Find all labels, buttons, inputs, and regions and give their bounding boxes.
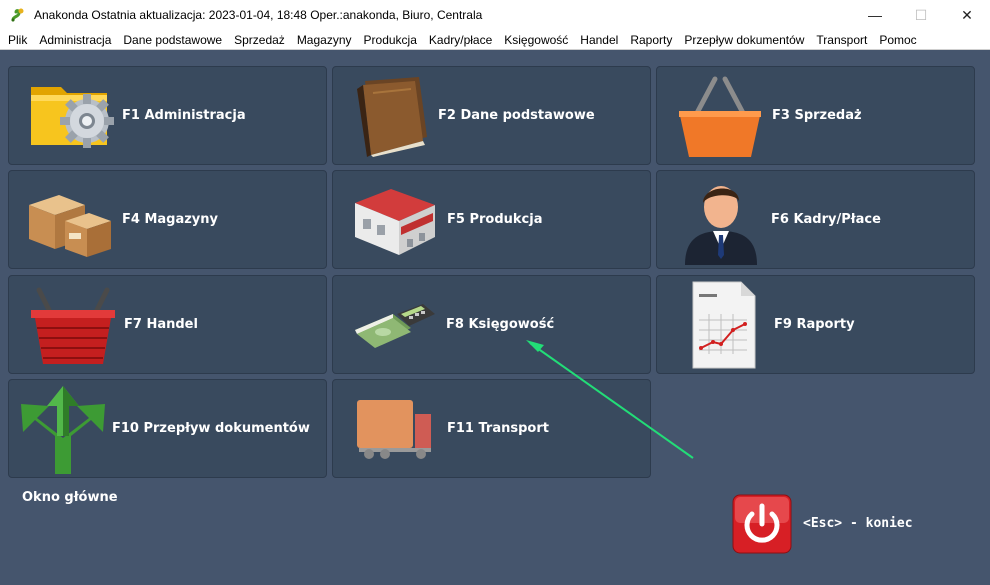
tile-dane-podstawowe[interactable]: F2 Dane podstawowe (332, 66, 651, 165)
exit-label: <Esc> - koniec (803, 516, 913, 531)
tile-sprzedaz[interactable]: F3 Sprzedaż (656, 66, 975, 165)
tile-label: F7 Handel (124, 317, 198, 332)
tile-label: F1 Administracja (122, 108, 246, 123)
tile-transport[interactable]: F11 Transport (332, 379, 651, 478)
window-title: Anakonda Ostatnia aktualizacja: 2023-01-… (34, 8, 483, 22)
minimize-button[interactable]: — (852, 0, 898, 30)
tile-raporty[interactable]: F9 Raporty (656, 275, 975, 374)
shopping-basket-icon (679, 76, 761, 157)
status-label: Okno główne (22, 490, 118, 505)
menu-produkcja[interactable]: Produkcja (358, 33, 423, 47)
tile-label: F4 Magazyny (122, 212, 219, 227)
book-icon (357, 77, 427, 157)
snake-app-icon (11, 8, 24, 22)
menu-raporty[interactable]: Raporty (624, 33, 678, 47)
tile-magazyny[interactable]: F4 Magazyny (8, 170, 327, 269)
menu-pomoc[interactable]: Pomoc (873, 33, 922, 47)
tile-produkcja[interactable]: F5 Produkcja (332, 170, 651, 269)
tile-ksiegowosc[interactable]: F8 Księgowość (332, 275, 651, 374)
tile-przeplyw-dokumentow[interactable]: F10 Przepływ dokumentów (8, 379, 327, 478)
menu-magazyny[interactable]: Magazyny (291, 33, 358, 47)
menu-sprzedaz[interactable]: Sprzedaż (228, 33, 291, 47)
red-basket-icon (31, 287, 115, 364)
boxes-icon (29, 195, 111, 257)
gear-folder-icon (31, 87, 114, 148)
menu-administracja[interactable]: Administracja (33, 33, 117, 47)
power-icon[interactable] (732, 494, 792, 554)
split-arrows-icon (21, 386, 105, 474)
menu-plik[interactable]: Plik (0, 33, 33, 47)
tile-label: F3 Sprzedaż (772, 108, 862, 123)
person-icon (685, 186, 757, 265)
menu-ksiegowosc[interactable]: Księgowość (498, 33, 574, 47)
menu-kadry-place[interactable]: Kadry/płace (423, 33, 498, 47)
title-bar: Anakonda Ostatnia aktualizacja: 2023-01-… (0, 0, 990, 30)
menu-przeplyw-dokumentow[interactable]: Przepływ dokumentów (678, 33, 810, 47)
close-button[interactable]: ✕ (944, 0, 990, 30)
tile-label: F9 Raporty (774, 317, 855, 332)
tile-label: F2 Dane podstawowe (438, 108, 595, 123)
money-calculator-icon (355, 304, 435, 348)
tile-label: F8 Księgowość (446, 317, 555, 332)
window-controls: — ☐ ✕ (852, 0, 990, 30)
menu-handel[interactable]: Handel (574, 33, 624, 47)
tile-label: F10 Przepływ dokumentów (112, 421, 310, 436)
truck-icon (357, 400, 431, 459)
tile-label: F6 Kadry/Płace (771, 212, 881, 227)
tile-kadry-place[interactable]: F6 Kadry/Płace (656, 170, 975, 269)
menu-dane-podstawowe[interactable]: Dane podstawowe (117, 33, 228, 47)
menu-transport[interactable]: Transport (810, 33, 873, 47)
tile-handel[interactable]: F7 Handel (8, 275, 327, 374)
tile-label: F5 Produkcja (447, 212, 543, 227)
main-workspace: F1 Administracja F2 Dane podstawowe F3 S… (0, 50, 990, 585)
tile-administracja[interactable]: F1 Administracja (8, 66, 327, 165)
tile-label: F11 Transport (447, 421, 549, 436)
maximize-button[interactable]: ☐ (898, 0, 944, 30)
report-icon (692, 281, 756, 369)
factory-icon (355, 189, 435, 255)
menu-bar: Plik Administracja Dane podstawowe Sprze… (0, 30, 990, 50)
